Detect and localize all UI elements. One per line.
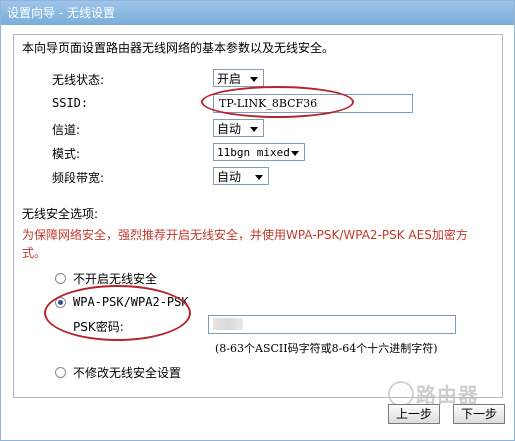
- channel-select[interactable]: 自动: [213, 119, 264, 137]
- mode-select[interactable]: 11bgn mixed: [213, 143, 305, 161]
- chevron-down-icon: [291, 151, 299, 156]
- ssid-label: SSID:: [52, 96, 89, 110]
- chevron-down-icon: [255, 175, 263, 180]
- psk-hint: (8-63个ASCII码字符或8-64个十六进制字符): [215, 342, 438, 355]
- bandwidth-value: 自动: [217, 170, 242, 184]
- window-title: 设置向导 - 无线设置: [7, 6, 115, 20]
- wireless-status-select[interactable]: 开启: [213, 69, 264, 87]
- psk-password-input[interactable]: [208, 315, 456, 334]
- next-button[interactable]: 下一步: [453, 404, 505, 424]
- security-warning-line2: 式。: [22, 246, 47, 260]
- security-warning-line1: 为保障网络安全，强烈推荐开启无线安全，并使用WPA-PSK/WPA2-PSK A…: [22, 228, 468, 242]
- radio-keep-security[interactable]: [55, 367, 66, 378]
- wireless-status-value: 开启: [217, 72, 242, 86]
- wireless-status-label: 无线状态:: [52, 73, 105, 87]
- wpa-highlight-ellipse: [44, 285, 191, 341]
- redacted-password: [213, 318, 243, 330]
- ssid-highlight-ellipse: [201, 86, 354, 118]
- prev-button[interactable]: 上一步: [388, 404, 440, 424]
- mode-value: 11bgn mixed: [217, 146, 290, 159]
- security-heading: 无线安全选项:: [22, 207, 99, 221]
- mode-label: 模式:: [52, 147, 81, 161]
- channel-value: 自动: [217, 122, 242, 136]
- channel-label: 信道:: [52, 123, 81, 137]
- chevron-down-icon: [250, 127, 258, 132]
- option-keep-security-label: 不修改无线安全设置: [73, 366, 182, 380]
- bandwidth-select[interactable]: 自动: [213, 167, 269, 185]
- radio-security-off[interactable]: [55, 273, 66, 284]
- title-bar: 设置向导 - 无线设置: [1, 1, 514, 25]
- chevron-down-icon: [250, 77, 258, 82]
- page-description: 本向导页面设置路由器无线网络的基本参数以及无线安全。: [22, 41, 335, 55]
- bandwidth-label: 频段带宽:: [52, 171, 105, 185]
